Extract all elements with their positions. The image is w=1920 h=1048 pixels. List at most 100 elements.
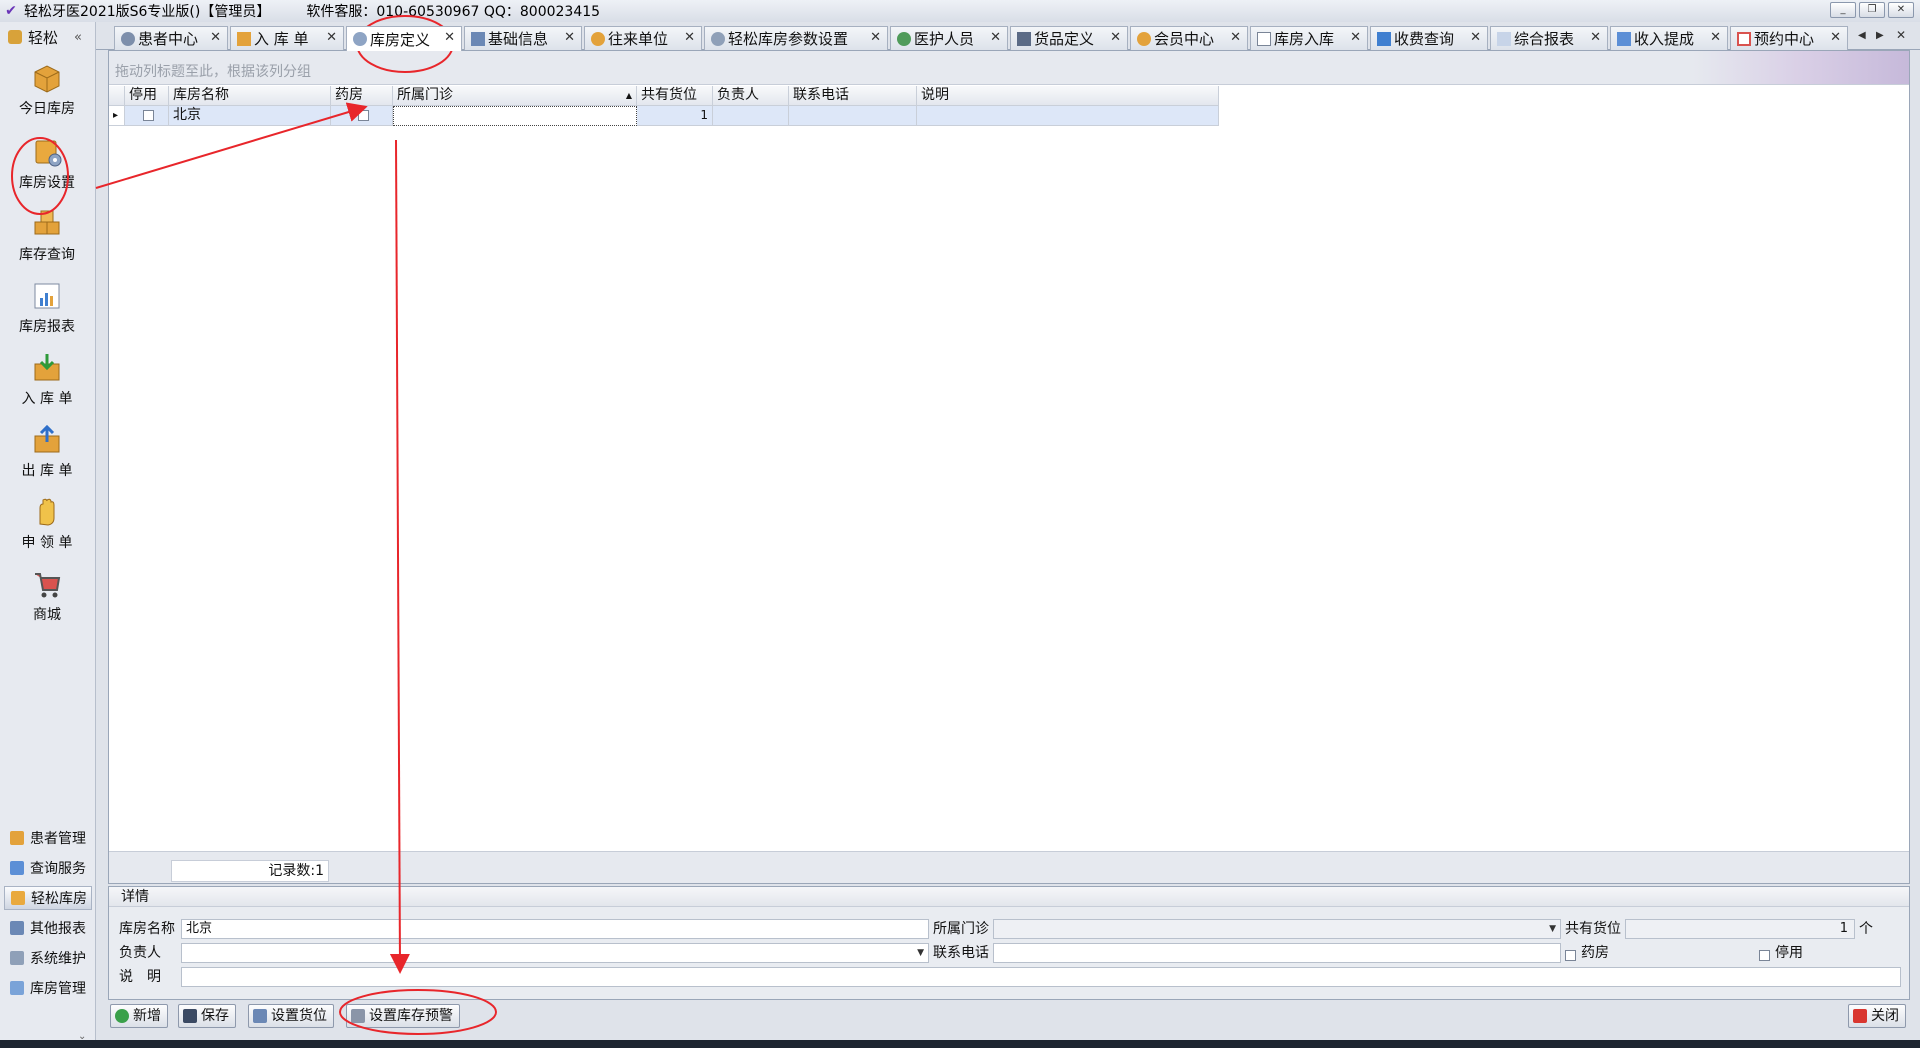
- row-manager[interactable]: [713, 106, 789, 126]
- set-slots-button[interactable]: 设置货位: [248, 1004, 334, 1028]
- calendar-icon: [1737, 31, 1751, 46]
- phone-field[interactable]: [993, 943, 1561, 963]
- pharmacy-checkbox[interactable]: [1565, 947, 1576, 963]
- warehouse-name-field[interactable]: 北京: [181, 919, 929, 939]
- column-header-slots[interactable]: 共有货位: [637, 86, 713, 106]
- table-row[interactable]: ▸ 北京 1: [109, 106, 1219, 126]
- tab-inbound-order[interactable]: 入 库 单 ✕: [230, 26, 344, 50]
- tab-medical-staff[interactable]: 医护人员 ✕: [890, 26, 1008, 50]
- close-icon[interactable]: ✕: [564, 30, 575, 45]
- row-warehouse-name[interactable]: 北京: [169, 106, 331, 126]
- manager-select[interactable]: ▼: [181, 943, 929, 963]
- tab-scroll-right-button[interactable]: ▶: [1876, 30, 1884, 41]
- add-button[interactable]: 新增: [110, 1004, 168, 1028]
- detail-panel: 详情 库房名称 北京 所属门诊 ▼ 共有货位 1 个 负责人 ▼ 联系电话 药房…: [108, 886, 1910, 1000]
- close-icon[interactable]: ✕: [870, 30, 881, 45]
- row-clinic-cell[interactable]: [393, 106, 637, 126]
- minimize-button[interactable]: _: [1830, 2, 1856, 18]
- close-icon[interactable]: ✕: [1350, 30, 1361, 45]
- column-header-warehouse-name[interactable]: 库房名称: [169, 86, 331, 106]
- tab-comprehensive-report[interactable]: 综合报表 ✕: [1490, 26, 1608, 50]
- close-icon[interactable]: ✕: [326, 30, 337, 45]
- close-icon[interactable]: ✕: [1830, 30, 1841, 45]
- tab-basic-info[interactable]: 基础信息 ✕: [464, 26, 582, 50]
- box-icon: [32, 62, 62, 94]
- close-button[interactable]: 关闭: [1848, 1004, 1906, 1028]
- disabled-checkbox[interactable]: [1759, 947, 1770, 963]
- column-header-clinic[interactable]: 所属门诊 ▲: [393, 86, 637, 106]
- tab-income-commission[interactable]: 收入提成 ✕: [1610, 26, 1728, 50]
- tab-label: 患者中心: [138, 30, 199, 48]
- add-icon: [115, 1009, 129, 1023]
- nav-module-patient[interactable]: 患者管理: [4, 826, 92, 850]
- close-window-button[interactable]: ✕: [1888, 2, 1914, 18]
- close-icon[interactable]: ✕: [1710, 30, 1721, 45]
- collapse-nav-button[interactable]: «: [74, 30, 82, 45]
- tab-patient-center[interactable]: 患者中心 ✕: [114, 26, 228, 50]
- nav-module-warehouse-admin[interactable]: 库房管理: [4, 976, 92, 1000]
- nav-item-outbound[interactable]: 出 库 单: [0, 424, 94, 480]
- nav-header: 轻松 «: [0, 22, 95, 52]
- tab-scroll-left-button[interactable]: ◀: [1858, 30, 1866, 41]
- tab-partners[interactable]: 往来单位 ✕: [584, 26, 702, 50]
- row-phone[interactable]: [789, 106, 917, 126]
- close-icon[interactable]: ✕: [210, 30, 221, 45]
- tab-warehouse-definition[interactable]: 库房定义 ✕: [346, 26, 462, 51]
- nav-module-query[interactable]: 查询服务: [4, 856, 92, 880]
- close-icon[interactable]: ✕: [444, 30, 455, 45]
- close-icon[interactable]: ✕: [1110, 30, 1121, 45]
- close-icon[interactable]: ✕: [990, 30, 1001, 45]
- restore-button[interactable]: ❐: [1859, 2, 1885, 18]
- nav-item-warehouse-settings[interactable]: 库房设置: [0, 136, 94, 192]
- column-header-pharmacy[interactable]: 药房: [331, 86, 393, 106]
- checkbox-icon: [1759, 949, 1770, 961]
- tab-member-center[interactable]: 会员中心 ✕: [1130, 26, 1248, 50]
- column-header-disabled[interactable]: 停用: [125, 86, 169, 106]
- warehouse-admin-icon: [10, 981, 24, 995]
- warning-icon: [351, 1009, 365, 1023]
- note-field[interactable]: [181, 967, 1901, 987]
- tab-fee-query[interactable]: 收费查询 ✕: [1370, 26, 1488, 50]
- nav-item-stock-query[interactable]: 库存查询: [0, 208, 94, 264]
- nav-item-requisition[interactable]: 申 领 单: [0, 496, 94, 552]
- nav-module-warehouse[interactable]: 轻松库房: [4, 886, 92, 910]
- nav-item-today-warehouse[interactable]: 今日库房: [0, 62, 94, 118]
- close-icon: [1853, 1009, 1867, 1023]
- tab-warehouse-params[interactable]: 轻松库房参数设置 ✕: [704, 26, 888, 50]
- nav-item-inbound[interactable]: 入 库 单: [0, 352, 94, 408]
- warehouse-grid-panel: 拖动列标题至此，根据该列分组 停用 库房名称 药房 所属门诊 ▲ 共有货位 负责…: [108, 50, 1910, 884]
- column-header-phone[interactable]: 联系电话: [789, 86, 917, 106]
- tab-goods-definition[interactable]: 货品定义 ✕: [1010, 26, 1128, 50]
- tab-warehouse-inbound[interactable]: 库房入库 ✕: [1250, 26, 1368, 50]
- clinic-select[interactable]: ▼: [993, 919, 1561, 939]
- nav-module-other-reports[interactable]: 其他报表: [4, 916, 92, 940]
- row-pharmacy-checkbox[interactable]: [331, 106, 393, 126]
- save-button[interactable]: 保存: [178, 1004, 236, 1028]
- close-all-tabs-button[interactable]: ✕: [1896, 28, 1906, 42]
- slots-field[interactable]: 1: [1625, 919, 1855, 939]
- row-slots[interactable]: 1: [637, 106, 713, 126]
- slots-label: 共有货位: [1565, 921, 1621, 937]
- taskbar-strip: [0, 1040, 1920, 1048]
- close-icon[interactable]: ✕: [1590, 30, 1601, 45]
- column-header-manager[interactable]: 负责人: [713, 86, 789, 106]
- row-disabled-checkbox[interactable]: [125, 106, 169, 126]
- set-stock-warning-button-label: 设置库存预警: [369, 1008, 453, 1024]
- close-icon[interactable]: ✕: [684, 30, 695, 45]
- group-by-panel[interactable]: 拖动列标题至此，根据该列分组: [109, 51, 1909, 85]
- tab-appointment-center[interactable]: 预约中心 ✕: [1730, 26, 1848, 50]
- row-note[interactable]: [917, 106, 1219, 126]
- tab-label: 库房入库: [1274, 30, 1335, 48]
- tab-label: 基础信息: [488, 30, 549, 48]
- set-stock-warning-button[interactable]: 设置库存预警: [346, 1004, 460, 1028]
- nav-module-system[interactable]: 系统维护: [4, 946, 92, 970]
- close-icon[interactable]: ✕: [1470, 30, 1481, 45]
- nav-item-mall[interactable]: 商城: [0, 568, 94, 624]
- gear-icon: [353, 32, 367, 46]
- nav-item-warehouse-report[interactable]: 库房报表: [0, 280, 94, 336]
- gears-icon: [711, 31, 725, 46]
- column-header-note[interactable]: 说明: [917, 86, 1219, 106]
- members-icon: [1137, 31, 1151, 46]
- title-bar: ✔ 轻松牙医2021版S6专业版()【管理员】 软件客服：010-6053096…: [0, 0, 1920, 22]
- close-icon[interactable]: ✕: [1230, 30, 1241, 45]
